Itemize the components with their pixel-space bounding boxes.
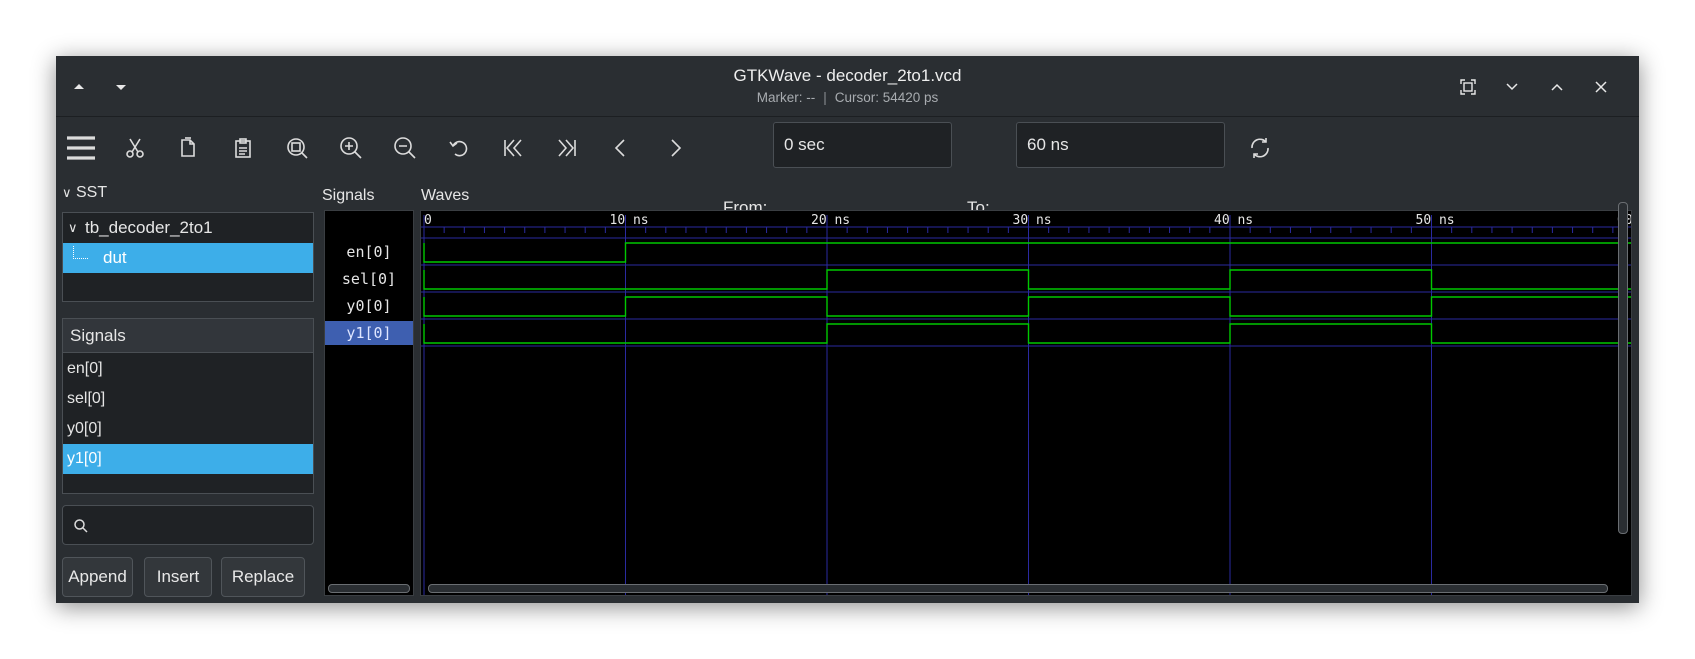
- zoom-out-icon[interactable]: [388, 131, 422, 165]
- tick-label: 0: [424, 213, 432, 228]
- waveform-y00: [423, 296, 1633, 317]
- signal-search-input[interactable]: [62, 505, 314, 545]
- maximize-icon[interactable]: [1546, 76, 1568, 98]
- from-input[interactable]: 0 sec: [773, 122, 952, 168]
- waveform-chart[interactable]: 010 ns20 ns30 ns40 ns50 ns60: [421, 211, 1634, 595]
- tree-connector-icon: [73, 246, 88, 259]
- tree-item-tb[interactable]: ∨ tb_decoder_2to1: [63, 213, 313, 243]
- window-title: GTKWave - decoder_2to1.vcd: [733, 66, 962, 85]
- wave-signal-y0[interactable]: y0[0]: [325, 294, 413, 318]
- waves-column-header: Waves: [421, 187, 470, 204]
- reload-icon[interactable]: [1243, 131, 1277, 165]
- signal-item-en[interactable]: en[0]: [63, 354, 313, 384]
- undo-icon[interactable]: [442, 131, 476, 165]
- signals-column-header: Signals: [322, 187, 375, 204]
- zoom-fit-icon[interactable]: [280, 131, 314, 165]
- search-icon: [74, 519, 88, 533]
- waveform-y10: [423, 323, 1633, 344]
- append-button[interactable]: Append: [62, 557, 133, 597]
- tick-label: 10 ns: [610, 213, 649, 228]
- waveform-sel0: [423, 269, 1633, 290]
- waves-view[interactable]: 010 ns20 ns30 ns40 ns50 ns60: [420, 210, 1634, 596]
- wave-signal-en[interactable]: en[0]: [325, 240, 413, 264]
- replace-button[interactable]: Replace: [221, 557, 305, 597]
- paste-icon[interactable]: [226, 131, 260, 165]
- fullscreen-icon[interactable]: [1457, 76, 1479, 98]
- tick-label: 20 ns: [811, 213, 850, 228]
- tree-item-label: tb_decoder_2to1: [85, 218, 213, 237]
- waves-vertical-scrollbar[interactable]: [1618, 202, 1628, 534]
- waveform-en0: [423, 242, 1633, 263]
- close-icon[interactable]: [1590, 76, 1612, 98]
- go-end-icon[interactable]: [550, 131, 584, 165]
- to-input[interactable]: 60 ns: [1016, 122, 1225, 168]
- tick-label: 40 ns: [1214, 213, 1253, 228]
- copy-icon[interactable]: [172, 131, 206, 165]
- signals-horizontal-scrollbar[interactable]: [328, 584, 410, 593]
- signals-column: en[0] sel[0] y0[0] y1[0]: [324, 210, 414, 596]
- waves-horizontal-scrollbar[interactable]: [428, 584, 1608, 593]
- signals-list: Signals en[0] sel[0] y0[0] y1[0]: [62, 318, 314, 494]
- sst-header[interactable]: ∨ SST: [62, 184, 107, 202]
- go-start-icon[interactable]: [496, 131, 530, 165]
- tick-label: 50 ns: [1416, 213, 1455, 228]
- signals-list-header[interactable]: Signals: [63, 319, 313, 353]
- window-subtitle: Marker: -- | Cursor: 54420 ps: [56, 90, 1639, 105]
- signal-item-sel[interactable]: sel[0]: [63, 384, 313, 414]
- separator: |: [823, 90, 827, 105]
- cut-icon[interactable]: [118, 131, 152, 165]
- prev-icon[interactable]: [604, 131, 638, 165]
- sst-title: SST: [75, 184, 108, 201]
- next-icon[interactable]: [658, 131, 692, 165]
- minimize-icon[interactable]: [1501, 76, 1523, 98]
- chevron-down-icon: ∨: [68, 220, 78, 235]
- marker-readout: Marker: --: [756, 90, 816, 105]
- cursor-readout: Cursor: 54420 ps: [834, 90, 939, 105]
- signal-item-y0[interactable]: y0[0]: [63, 414, 313, 444]
- zoom-in-icon[interactable]: [334, 131, 368, 165]
- tree-item-label: dut: [103, 248, 127, 267]
- gtkwave-window: GTKWave - decoder_2to1.vcd Marker: -- | Cu…: [56, 56, 1639, 603]
- chevron-down-icon: ∨: [62, 185, 72, 200]
- wave-signal-y1[interactable]: y1[0]: [325, 321, 413, 345]
- wave-signal-sel[interactable]: sel[0]: [325, 267, 413, 291]
- insert-button[interactable]: Insert: [144, 557, 212, 597]
- signal-item-y1[interactable]: y1[0]: [63, 444, 313, 474]
- sst-tree: ∨ tb_decoder_2to1 dut: [62, 212, 314, 302]
- title-bar: GTKWave - decoder_2to1.vcd Marker: -- | Cu…: [56, 56, 1639, 117]
- menu-icon[interactable]: [64, 131, 98, 165]
- tick-label: 30 ns: [1013, 213, 1052, 228]
- tree-item-dut[interactable]: dut: [63, 243, 313, 273]
